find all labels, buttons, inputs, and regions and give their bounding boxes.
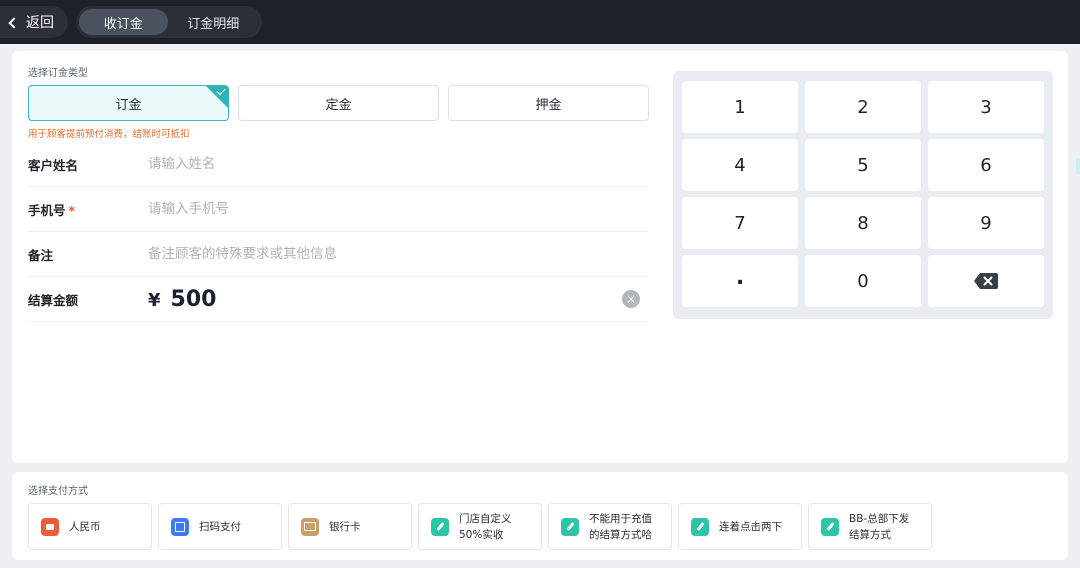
order-type-hint: 用于顾客提前预付消费，结账时可抵扣 bbox=[28, 129, 190, 140]
amount-value: 500 bbox=[170, 286, 217, 312]
edge-indicator bbox=[1076, 158, 1080, 174]
pay-method-label: 银行卡 bbox=[329, 519, 361, 535]
key-4[interactable]: 4 bbox=[682, 139, 798, 191]
pay-method-line1: 连着点击两下 bbox=[719, 520, 782, 533]
note-input[interactable] bbox=[148, 239, 648, 269]
key-3[interactable]: 3 bbox=[928, 81, 1044, 133]
order-type-security-deposit-button[interactable]: 押金 bbox=[448, 85, 649, 121]
pay-method-line1: 不能用于充值 bbox=[589, 512, 652, 525]
backspace-icon bbox=[974, 273, 998, 289]
order-type-label: 押金 bbox=[535, 97, 562, 113]
phone-label: 手机号 * bbox=[28, 200, 148, 219]
phone-row: 手机号 * bbox=[28, 187, 648, 232]
edit-icon bbox=[561, 517, 579, 536]
back-label: 返回 bbox=[26, 15, 54, 31]
customer-name-row: 客户姓名 bbox=[28, 142, 648, 187]
pay-method-custom-50[interactable]: 门店自定义 50%实收 bbox=[418, 503, 542, 550]
pay-method-line1: 扫码支付 bbox=[199, 520, 241, 533]
pay-method-double-click[interactable]: 连着点击两下 bbox=[678, 503, 802, 550]
back-button[interactable]: 返回 bbox=[0, 6, 68, 38]
pay-method-line2: 结算方式 bbox=[849, 528, 891, 541]
pay-method-label: 人民币 bbox=[69, 519, 101, 535]
backspace-key[interactable] bbox=[928, 255, 1044, 307]
key-1[interactable]: 1 bbox=[682, 81, 798, 133]
key-8[interactable]: 8 bbox=[805, 197, 921, 249]
pay-method-line2: 的结算方式哈 bbox=[589, 528, 652, 541]
pay-method-line1: 门店自定义 bbox=[459, 512, 512, 525]
edit-icon bbox=[431, 517, 449, 536]
pay-method-label: 门店自定义 50%实收 bbox=[459, 511, 512, 543]
note-row: 备注 bbox=[28, 232, 648, 277]
edit-icon bbox=[691, 517, 709, 536]
customer-name-input[interactable] bbox=[148, 149, 648, 179]
pay-method-bank-card[interactable]: 银行卡 bbox=[288, 503, 412, 550]
main-panel: 选择订金类型 订金 定金 押金 用于顾客提前预付消费，结账时可抵扣 客户姓名 手… bbox=[12, 51, 1068, 463]
key-6[interactable]: 6 bbox=[928, 139, 1044, 191]
pay-method-line1: 人民币 bbox=[69, 520, 101, 533]
note-label: 备注 bbox=[28, 247, 54, 263]
tab-collect-deposit[interactable]: 收订金 bbox=[79, 9, 168, 35]
order-type-options: 订金 定金 押金 bbox=[28, 85, 649, 121]
payment-panel: 选择支付方式 人民币 扫码支付 银行卡 门店自定义 50%实收 不能用于充值 的… bbox=[12, 472, 1068, 560]
pay-method-line1: 银行卡 bbox=[329, 520, 361, 533]
pay-method-label: 扫码支付 bbox=[199, 519, 241, 535]
tab-switcher: 收订金 订金明细 bbox=[76, 6, 262, 38]
customer-name-label: 客户姓名 bbox=[28, 157, 79, 173]
order-type-section-label: 选择订金类型 bbox=[28, 68, 88, 79]
amount-row: 结算金额 ¥ 500 × bbox=[28, 277, 648, 322]
pay-method-cash[interactable]: 人民币 bbox=[28, 503, 152, 550]
key-7[interactable]: 7 bbox=[682, 197, 798, 249]
payment-methods: 人民币 扫码支付 银行卡 门店自定义 50%实收 不能用于充值 的结算方式哈 连… bbox=[28, 503, 932, 550]
pay-method-hq-issued[interactable]: BB-总部下发 结算方式 bbox=[808, 503, 932, 550]
tab-deposit-details[interactable]: 订金明细 bbox=[168, 9, 259, 35]
cash-icon bbox=[41, 517, 59, 536]
pay-method-label: 连着点击两下 bbox=[719, 519, 782, 535]
bank-card-icon bbox=[301, 517, 319, 536]
payment-section-label: 选择支付方式 bbox=[28, 486, 88, 497]
pay-method-line1: BB-总部下发 bbox=[849, 512, 910, 525]
pay-method-label: 不能用于充值 的结算方式哈 bbox=[589, 511, 652, 543]
key-decimal[interactable]: . bbox=[682, 255, 798, 307]
numeric-keypad: 1 2 3 4 5 6 7 8 9 . 0 bbox=[673, 71, 1053, 319]
close-icon: × bbox=[625, 292, 637, 306]
order-type-dingjin-button[interactable]: 订金 bbox=[28, 85, 229, 121]
key-5[interactable]: 5 bbox=[805, 139, 921, 191]
pay-method-no-recharge[interactable]: 不能用于充值 的结算方式哈 bbox=[548, 503, 672, 550]
amount-label: 结算金额 bbox=[28, 292, 79, 308]
key-9[interactable]: 9 bbox=[928, 197, 1044, 249]
required-mark: * bbox=[68, 202, 76, 218]
order-type-label: 订金 bbox=[115, 97, 142, 113]
currency-symbol: ¥ bbox=[148, 289, 161, 311]
key-0[interactable]: 0 bbox=[805, 255, 921, 307]
phone-label-text: 手机号 bbox=[28, 202, 66, 218]
chevron-left-icon bbox=[8, 16, 20, 29]
key-2[interactable]: 2 bbox=[805, 81, 921, 133]
top-bar: 返回 收订金 订金明细 bbox=[0, 0, 1080, 44]
order-type-earnest-button[interactable]: 定金 bbox=[238, 85, 439, 121]
edit-icon bbox=[821, 517, 839, 536]
clear-amount-button[interactable]: × bbox=[622, 290, 640, 308]
phone-input[interactable] bbox=[148, 194, 648, 224]
pay-method-label: BB-总部下发 结算方式 bbox=[849, 511, 909, 543]
order-type-label: 定金 bbox=[325, 97, 352, 113]
pay-method-scan[interactable]: 扫码支付 bbox=[158, 503, 282, 550]
amount-field[interactable]: ¥ 500 bbox=[148, 287, 216, 312]
scan-icon bbox=[171, 517, 189, 536]
pay-method-line2: 50%实收 bbox=[459, 528, 504, 541]
